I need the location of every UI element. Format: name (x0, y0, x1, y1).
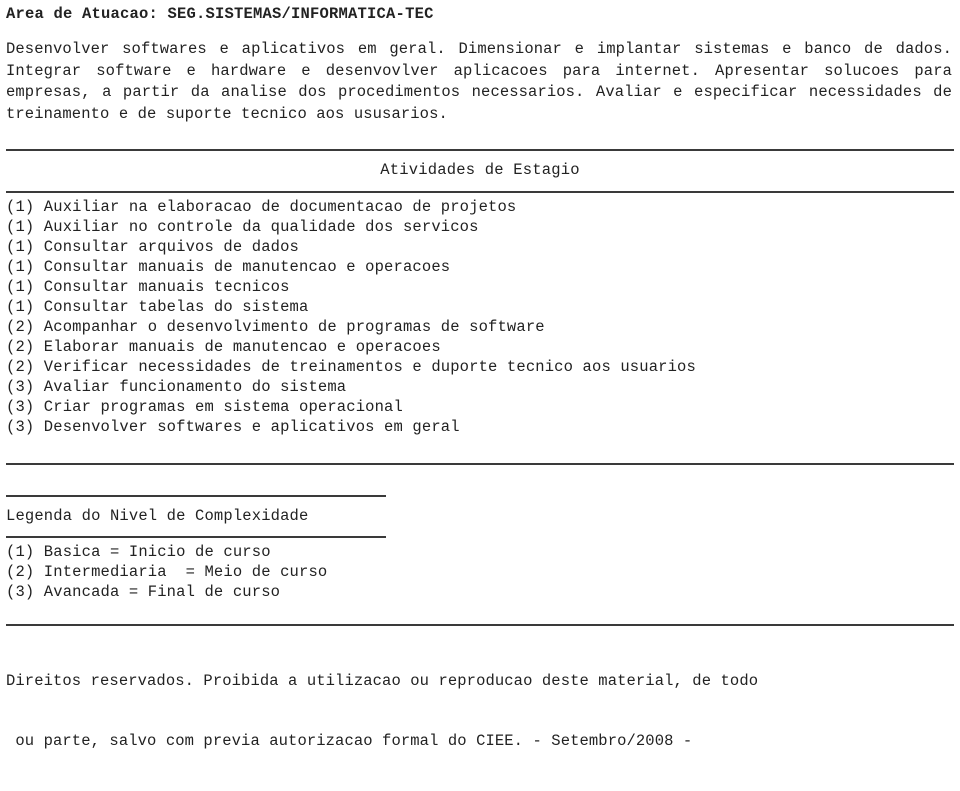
list-item: (1) Consultar arquivos de dados (6, 238, 299, 256)
spacer-before-legend (6, 465, 954, 495)
list-item: (2) Intermediaria = Meio de curso (6, 563, 328, 581)
list-item: (2) Verificar necessidades de treinament… (6, 358, 696, 376)
list-item: (2) Elaborar manuais de manutencao e ope… (6, 338, 441, 356)
list-item: (3) Criar programas em sistema operacion… (6, 398, 403, 416)
list-item: (1) Basica = Inicio de curso (6, 543, 271, 561)
area-description-paragraph: Desenvolver softwares e aplicativos em g… (6, 40, 952, 123)
document-page: Area de Atuacao: SEG.SISTEMAS/INFORMATIC… (0, 0, 960, 750)
activities-list: (1) Auxiliar na elaboracao de documentac… (6, 193, 954, 437)
copyright-line-2: ou parte, salvo com previa autorizacao f… (6, 732, 693, 750)
list-item: (1) Consultar manuais de manutencao e op… (6, 258, 451, 276)
spacer-before-footer (6, 602, 954, 624)
activities-section-title: Atividades de Estagio (380, 161, 580, 179)
list-item: (1) Consultar tabelas do sistema (6, 298, 309, 316)
list-item: (1) Consultar manuais tecnicos (6, 278, 290, 296)
list-item: (2) Acompanhar o desenvolvimento de prog… (6, 318, 545, 336)
list-item: (3) Desenvolver softwares e aplicativos … (6, 418, 460, 436)
list-item: (3) Avaliar funcionamento do sistema (6, 378, 347, 396)
legend-list: (1) Basica = Inicio de curso (2) Interme… (6, 538, 954, 602)
copyright-line-1: Direitos reservados. Proibida a utilizac… (6, 672, 759, 690)
list-item: (1) Auxiliar no controle da qualidade do… (6, 218, 479, 236)
copyright-footer: Direitos reservados. Proibida a utilizac… (6, 626, 954, 791)
legend-section-title: Legenda do Nivel de Complexidade (6, 507, 309, 525)
list-item: (3) Avancada = Final de curso (6, 583, 281, 601)
list-item: (1) Auxiliar na elaboracao de documentac… (6, 198, 517, 216)
spacer-before-activities (6, 125, 954, 149)
page-title: Area de Atuacao: SEG.SISTEMAS/INFORMATIC… (6, 5, 434, 23)
spacer-after-activities (6, 437, 954, 463)
